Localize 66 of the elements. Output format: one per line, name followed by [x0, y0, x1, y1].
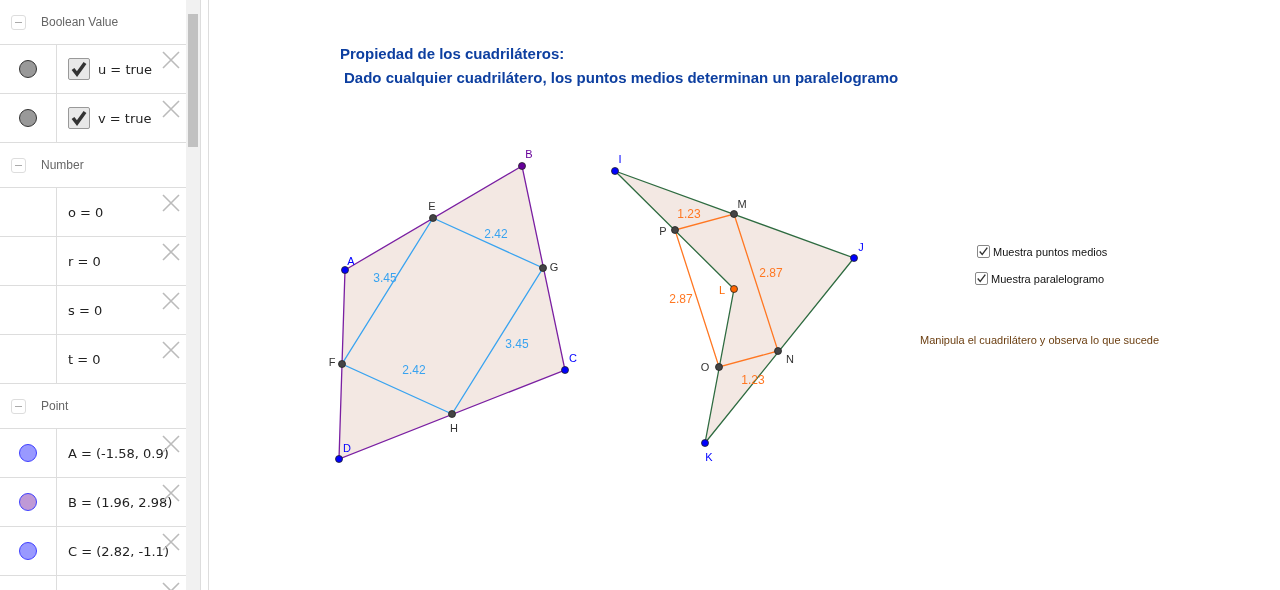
- visibility-dot[interactable]: [19, 60, 37, 78]
- algebra-entry: o = 0: [68, 204, 104, 220]
- heading-text: Propiedad de los cuadriláteros:: [340, 44, 566, 64]
- algebra-entry: t = 0: [68, 351, 101, 367]
- point-label: N: [786, 353, 794, 365]
- point-label: M: [737, 198, 747, 210]
- group-title: Boolean Value: [41, 15, 119, 29]
- point[interactable]: [671, 226, 679, 234]
- point[interactable]: [561, 366, 569, 374]
- checkbox-label: Muestra puntos medios: [993, 245, 1108, 258]
- point[interactable]: [429, 214, 437, 222]
- visibility-dot[interactable]: [19, 542, 37, 560]
- checkbox[interactable]: [68, 107, 90, 129]
- length-label: 2.87: [759, 266, 783, 280]
- algebra-entry: B = (1.96, 2.98): [68, 494, 173, 510]
- instruction-text: Manipula el cuadrilátero y observa lo que sucede: [920, 334, 1160, 346]
- length-label: 2.87: [669, 292, 693, 306]
- point-label: H: [450, 422, 458, 434]
- point[interactable]: [518, 162, 526, 170]
- visibility-dot[interactable]: [19, 109, 37, 127]
- checkbox-label: Muestra paralelogramo: [991, 272, 1105, 285]
- point-label: O: [700, 361, 710, 373]
- point[interactable]: [338, 360, 346, 368]
- point-label: F: [328, 356, 336, 368]
- algebra-entry: r = 0: [68, 253, 101, 269]
- point[interactable]: [539, 264, 547, 272]
- algebra-entry: v = true: [98, 110, 152, 126]
- visibility-dot[interactable]: [19, 493, 37, 511]
- point-label: D: [343, 442, 351, 454]
- point[interactable]: [715, 363, 723, 371]
- point-label: K: [705, 451, 713, 463]
- point[interactable]: [611, 167, 619, 175]
- length-label: 3.45: [373, 271, 397, 285]
- point[interactable]: [850, 254, 858, 262]
- point[interactable]: [448, 410, 456, 418]
- point-label: C: [569, 352, 577, 364]
- length-label: 2.42: [484, 227, 508, 241]
- checkbox[interactable]: [977, 245, 990, 258]
- visibility-dot[interactable]: [19, 444, 37, 462]
- point-label: I: [618, 153, 622, 165]
- point-label: E: [428, 200, 436, 212]
- length-label: 2.42: [402, 363, 426, 377]
- algebra-entry: C = (2.82, -1.1): [68, 543, 169, 559]
- point-label: P: [659, 225, 667, 237]
- point[interactable]: [730, 285, 738, 293]
- checkbox[interactable]: [975, 272, 988, 285]
- length-label: 1.23: [677, 207, 701, 221]
- point-label: L: [718, 284, 726, 296]
- point[interactable]: [701, 439, 709, 447]
- point[interactable]: [341, 266, 349, 274]
- group-title: Point: [41, 399, 69, 413]
- point-label: J: [858, 241, 864, 253]
- point-label: B: [525, 148, 533, 160]
- group-title: Number: [41, 158, 84, 172]
- algebra-entry: s = 0: [68, 302, 103, 318]
- point[interactable]: [774, 347, 782, 355]
- algebra-entry: u = true: [98, 61, 153, 77]
- point[interactable]: [335, 455, 343, 463]
- heading-text: Dado cualquier cuadrilátero, los puntos medios determinan un paralelogramo: [344, 68, 899, 88]
- algebra-entry: A = (-1.58, 0.9): [68, 445, 169, 461]
- point-label: A: [347, 255, 355, 267]
- scrollbar[interactable]: [186, 0, 200, 590]
- checkbox[interactable]: [68, 58, 90, 80]
- point-label: G: [549, 261, 559, 273]
- point[interactable]: [730, 210, 738, 218]
- length-label: 3.45: [505, 337, 529, 351]
